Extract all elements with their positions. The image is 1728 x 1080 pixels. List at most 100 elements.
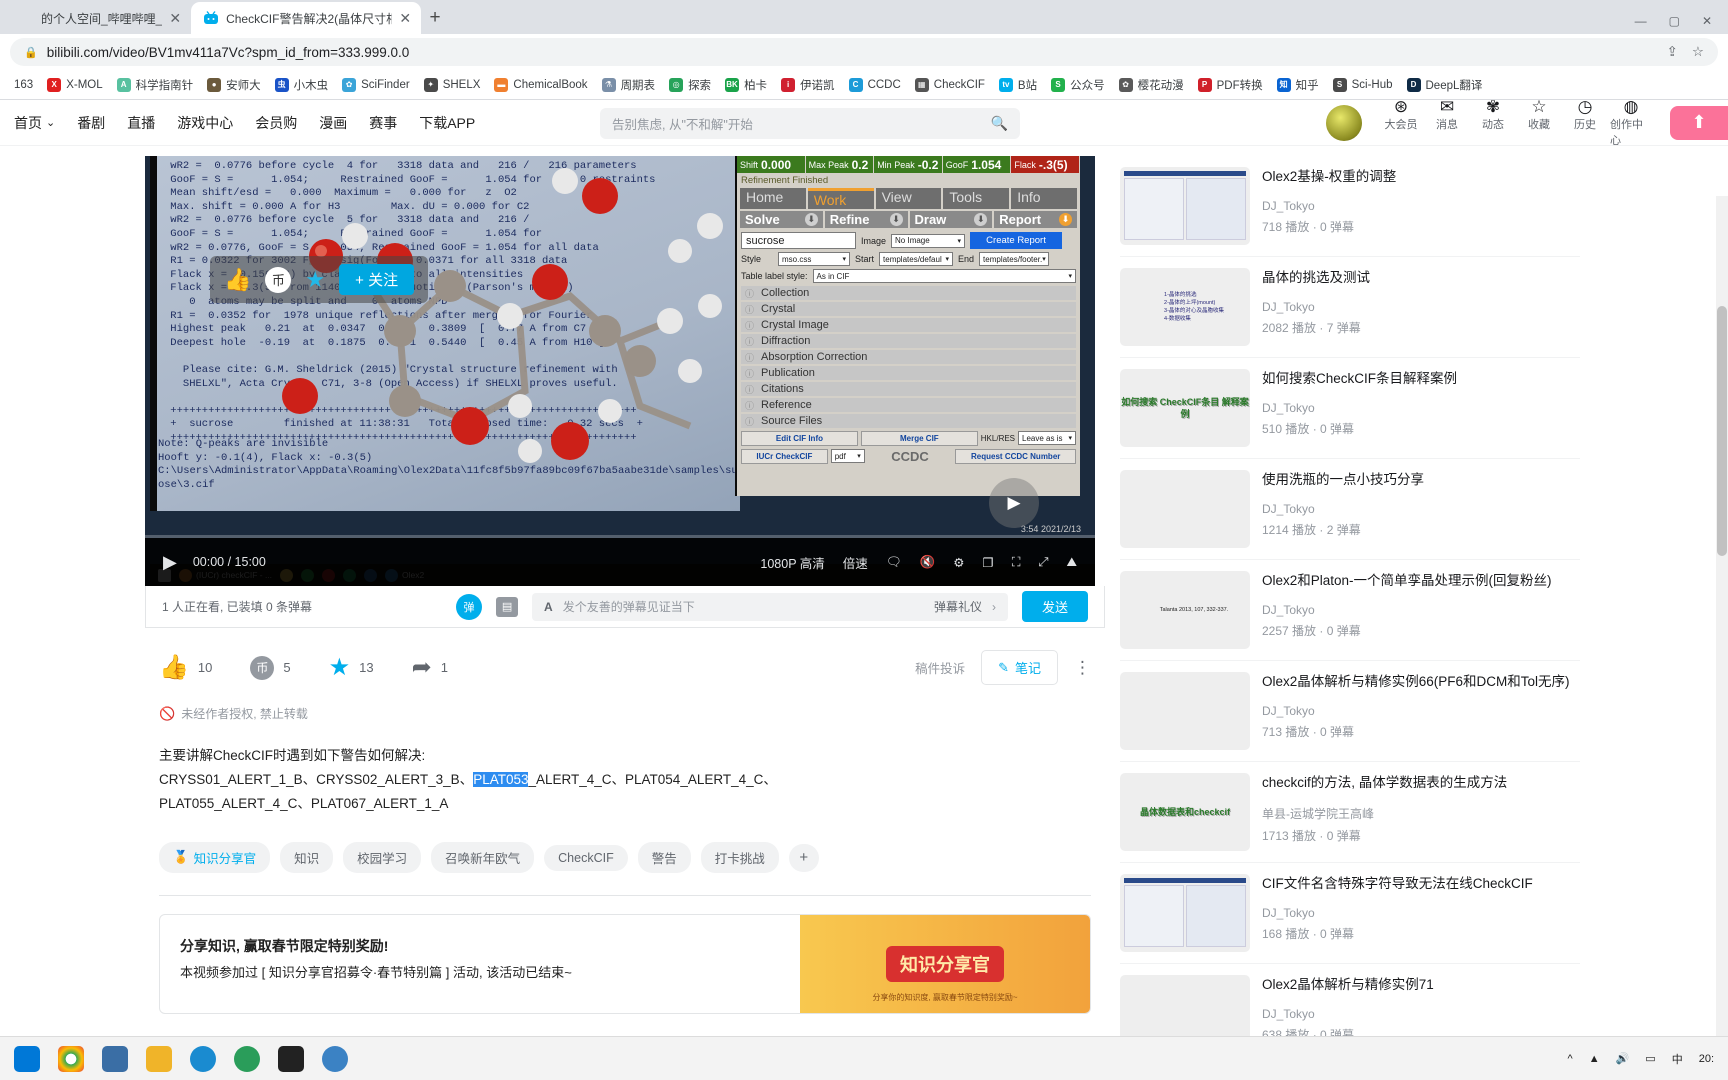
clock[interactable]: 20: — [1699, 1053, 1714, 1065]
new-tab-button[interactable]: + — [421, 4, 449, 32]
recommendation-item[interactable]: Olex2晶体解析与精修实例66(PF6和DCM和Tol无序) DJ_Tokyo 7… — [1120, 660, 1580, 761]
danmaku-input[interactable]: A 发个友善的弹幕见证当下 弹幕礼仪 › — [532, 592, 1008, 621]
olex-subtab-refine[interactable]: Refine ⬇ — [824, 211, 908, 228]
recommendation-item[interactable]: Talanta 2013, 107, 332-337. Olex2和Platon-… — [1120, 559, 1580, 660]
bookmark-item[interactable]: ⚗ 周期表 — [596, 74, 662, 96]
selected-text[interactable]: PLAT053 — [473, 772, 529, 787]
quality-selector[interactable]: 1080P 高清 — [760, 553, 824, 572]
tag-CheckCIF[interactable]: CheckCIF — [544, 844, 628, 871]
nav-item-7[interactable]: 下载APP — [419, 113, 475, 133]
recommendation-title[interactable]: Olex2基操-权重的调整 — [1262, 167, 1580, 187]
olex-subtab-report[interactable]: Report ⬇ — [994, 211, 1077, 228]
maximize-icon[interactable]: ▢ — [1669, 14, 1680, 28]
recommendation-item[interactable]: 使用洗瓶的一点小技巧分享 DJ_Tokyo 1214 播放 · 2 弹幕 — [1120, 458, 1580, 559]
ime-icon[interactable]: 中 — [1672, 1051, 1683, 1067]
olex-tab-info[interactable]: Info — [1011, 188, 1077, 209]
favorite-icon[interactable]: ★ — [305, 267, 325, 293]
recommendation-title[interactable]: Olex2和Platon-一个简单孪晶处理示例(回复粉丝) — [1262, 571, 1580, 591]
nav-item-1[interactable]: 番剧 — [77, 113, 105, 133]
widescreen-icon[interactable]: ⛶ — [1012, 555, 1021, 570]
header-收藏[interactable]: ☆ 收藏 — [1518, 100, 1560, 148]
chevron-up-icon[interactable]: ^ — [1568, 1053, 1573, 1065]
bookmark-item[interactable]: BK 柏卡 — [719, 74, 773, 96]
olex-section-source-files[interactable]: Source Files — [741, 414, 1076, 428]
recommendation-title[interactable]: Olex2晶体解析与精修实例71 — [1262, 975, 1580, 995]
recommendation-item[interactable]: 晶体数据表和checkcif checkcif的方法, 晶体学数据表的生成方法 单县… — [1120, 761, 1580, 862]
mute-icon[interactable]: 🔇 — [920, 555, 936, 570]
header-动态[interactable]: ✾ 动态 — [1472, 100, 1514, 148]
player-follow-overlay[interactable]: 👍 币 ★ + 关注 — [210, 256, 429, 303]
wifi-icon[interactable]: ▲ — [1589, 1053, 1600, 1065]
style-select[interactable]: mso.css ▾ — [778, 252, 850, 266]
pip-icon[interactable]: ❐ — [982, 555, 993, 570]
bookmark-item[interactable]: ✿ 樱花动漫 — [1113, 74, 1190, 96]
cinema-icon[interactable]: ⛰ — [1066, 555, 1077, 570]
uploader-name[interactable]: DJ_Tokyo — [1262, 502, 1580, 516]
search-input[interactable]: 告别焦虑, 从"不和解"开始 🔍 — [600, 108, 1020, 139]
bookmark-item[interactable]: 知知乎 — [1271, 74, 1325, 96]
coin-icon[interactable]: 币 — [265, 266, 292, 293]
olex-section-crystal[interactable]: Crystal — [741, 302, 1076, 316]
olex-subtab-draw[interactable]: Draw ⬇ — [909, 211, 993, 228]
tag-知识分享官[interactable]: 🏅 知识分享官 — [159, 842, 271, 873]
page-scrollbar[interactable] — [1716, 196, 1728, 1080]
app-icon[interactable] — [322, 1045, 348, 1072]
settings-icon[interactable]: ⚙ — [953, 555, 964, 570]
recommendation-item[interactable]: 1-晶体的挑选 2-晶体的上坪(mount) 3-晶体的对心及晶胞收集 4-数据… — [1120, 256, 1580, 357]
tag-召唤新年欧气[interactable]: 召唤新年欧气 — [431, 842, 535, 873]
olex-tab-work[interactable]: Work — [807, 188, 874, 209]
bookmark-item[interactable]: S 公众号 — [1045, 74, 1111, 96]
note-button[interactable]: ✎ 笔记 — [981, 650, 1058, 685]
bookmark-item[interactable]: ● 安师大 — [201, 74, 267, 96]
header-创作中心[interactable]: ◍ 创作中心 — [1610, 100, 1652, 148]
bookmark-item[interactable]: P PDF转换 — [1192, 74, 1269, 96]
search-icon[interactable]: 🔍 — [991, 115, 1008, 132]
olex-section-absorption-correction[interactable]: Absorption Correction — [741, 350, 1076, 364]
coin-button[interactable]: 币 5 — [250, 655, 291, 680]
merge-cif-button[interactable]: Merge CIF — [860, 431, 978, 446]
minimize-icon[interactable]: — — [1635, 14, 1647, 28]
uploader-name[interactable]: DJ_Tokyo — [1262, 401, 1580, 415]
follow-button[interactable]: + 关注 — [339, 264, 415, 295]
danmaku-etiquette[interactable]: 弹幕礼仪 — [934, 598, 982, 615]
bookmark-item[interactable]: ✿ SciFinder — [336, 75, 416, 95]
start-icon[interactable] — [14, 1045, 40, 1072]
image-select[interactable]: No Image ▾ — [891, 233, 966, 248]
favorite-button[interactable]: ★ 13 — [329, 655, 374, 680]
bookmark-star-icon[interactable]: ☆ — [1692, 44, 1704, 60]
olex-tab-home[interactable]: Home — [740, 188, 806, 209]
bookmark-item[interactable]: ✦ SHELX — [418, 75, 487, 95]
olex-tab-view[interactable]: View — [875, 188, 942, 209]
uploader-name[interactable]: DJ_Tokyo — [1262, 300, 1580, 314]
olex-subtab-solve[interactable]: Solve ⬇ — [740, 211, 823, 228]
volume-icon[interactable]: 🔊 — [1616, 1052, 1630, 1065]
fullscreen-icon[interactable]: ⤢ — [1038, 555, 1048, 570]
hkl-select[interactable]: Leave as is ▾ — [1018, 431, 1077, 445]
recommendation-title[interactable]: checkcif的方法, 晶体学数据表的生成方法 — [1262, 773, 1580, 793]
like-button[interactable]: 👍 10 — [159, 655, 212, 680]
pdf-select[interactable]: pdf ▾ — [830, 449, 865, 463]
iucr-checkcif-button[interactable]: IUCr CheckCIF — [741, 449, 828, 464]
address-bar[interactable]: 🔒 bilibili.com/video/BV1mv411a7Vc?spm_id… — [10, 38, 1718, 66]
tag-警告[interactable]: 警告 — [637, 842, 691, 873]
bookmark-item[interactable]: i 伊诺凯 — [775, 74, 841, 96]
uploader-name[interactable]: DJ_Tokyo — [1262, 199, 1580, 213]
terminal-icon[interactable] — [278, 1045, 304, 1072]
add-tag-button[interactable]: + — [788, 843, 819, 872]
close-icon[interactable]: ✕ — [169, 11, 181, 25]
nav-item-5[interactable]: 漫画 — [319, 113, 347, 133]
olex-tab-tools[interactable]: Tools — [943, 188, 1010, 209]
olex-section-citations[interactable]: Citations — [741, 382, 1076, 396]
send-danmaku-button[interactable]: 发送 — [1021, 591, 1088, 622]
expand-icon[interactable]: ⬇ — [804, 213, 818, 226]
edit-cif-info-button[interactable]: Edit CIF Info — [741, 431, 858, 446]
start-select[interactable]: templates/defaul ▾ — [879, 252, 954, 266]
chrome-icon[interactable] — [58, 1045, 84, 1072]
browser-tab-2[interactable]: CheckCIF警告解决2(晶体尺寸相 ✕ — [191, 2, 422, 34]
bookmark-item[interactable]: tv B站 — [993, 74, 1043, 96]
tag-打卡挑战[interactable]: 打卡挑战 — [700, 842, 779, 873]
recommendation-title[interactable]: 如何搜索CheckCIF条目解释案例 — [1262, 369, 1580, 389]
upload-button[interactable]: ⬆ — [1670, 105, 1728, 140]
header-大会员[interactable]: ⊛ 大会员 — [1380, 100, 1422, 148]
bookmark-item[interactable]: ▦ CheckCIF — [909, 75, 991, 95]
